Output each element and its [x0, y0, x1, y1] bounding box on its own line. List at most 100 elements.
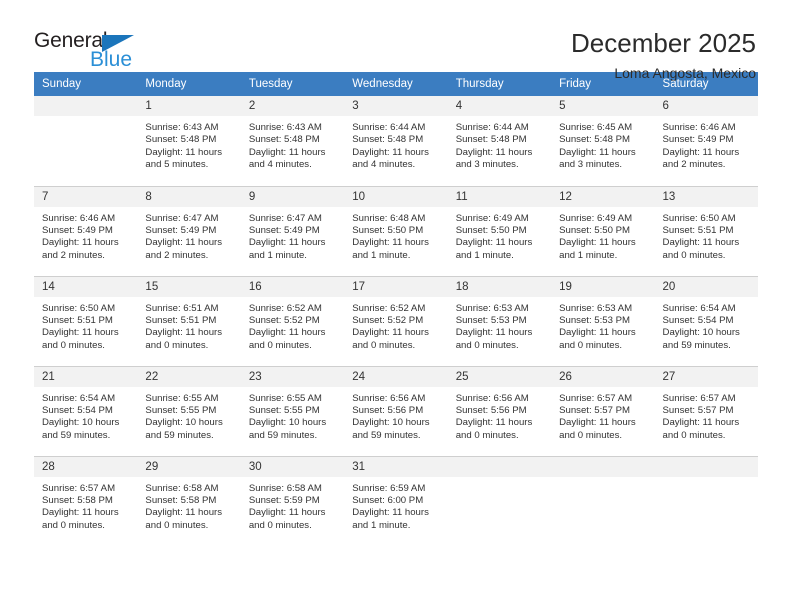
sunset-text: Sunset: 5:56 PM — [352, 404, 424, 416]
daylight-text-line2: and 4 minutes. — [352, 159, 416, 171]
day-number: 4 — [447, 96, 552, 116]
day-cell[interactable]: 8 Sunrise: 6:47 AM Sunset: 5:49 PM Daylight… — [137, 185, 241, 276]
day-number: 29 — [137, 456, 241, 477]
day-cell[interactable]: 7 Sunrise: 6:46 AM Sunset: 5:49 PM Daylight… — [34, 185, 138, 276]
sunset-text: Sunset: 5:52 PM — [248, 314, 320, 326]
day-cell[interactable]: 30 Sunrise: 6:58 AM Sunset: 5:59 PM Dayligh… — [240, 455, 345, 546]
daylight-text-line1: Daylight: 11 hours — [145, 507, 223, 519]
day-cell[interactable]: 25 Sunrise: 6:56 AM Sunset: 5:56 PM Dayligh… — [447, 365, 552, 456]
day-cell[interactable]: 21 Sunrise: 6:54 AM Sunset: 5:54 PM Dayligh… — [34, 365, 138, 456]
daylight-text-line2: and 1 minute. — [455, 249, 514, 261]
day-number: 22 — [137, 366, 241, 387]
day-details: Sunrise: 6:56 AM Sunset: 5:56 PM Daylight:… — [448, 387, 551, 443]
page-header: General Blue December 2025 Loma Angosta,… — [0, 0, 792, 81]
day-cell[interactable]: 2 Sunrise: 6:43 AM Sunset: 5:48 PM Daylight… — [240, 96, 345, 186]
general-blue-logo[interactable]: General Blue — [34, 30, 154, 76]
day-details: Sunrise: 6:53 AM Sunset: 5:53 PM Daylight:… — [448, 297, 551, 353]
weekday-header-wednesday: Wednesday — [344, 72, 448, 96]
day-cell[interactable]: 31 Sunrise: 6:59 AM Sunset: 6:00 PM Dayligh… — [344, 455, 448, 546]
daylight-text-line2: and 4 minutes. — [248, 159, 312, 171]
daylight-text-line2: and 2 minutes. — [145, 249, 209, 261]
day-details: Sunrise: 6:58 AM Sunset: 5:58 PM Daylight:… — [137, 477, 240, 533]
day-cell[interactable]: 17 Sunrise: 6:52 AM Sunset: 5:52 PM Dayligh… — [344, 275, 448, 366]
daylight-text-line2: and 1 minute. — [559, 249, 618, 261]
day-number: 21 — [34, 366, 138, 387]
day-details: Sunrise: 6:46 AM Sunset: 5:49 PM Daylight:… — [655, 116, 758, 172]
sunrise-text: Sunrise: 6:43 AM — [145, 122, 219, 133]
day-number: 19 — [551, 276, 655, 297]
day-details: Sunrise: 6:56 AM Sunset: 5:56 PM Daylight:… — [344, 387, 447, 443]
day-details: Sunrise: 6:54 AM Sunset: 5:54 PM Daylight:… — [34, 387, 137, 443]
day-cell[interactable]: 19 Sunrise: 6:53 AM Sunset: 5:53 PM Dayligh… — [551, 275, 655, 366]
daylight-text-line1: Daylight: 11 hours — [662, 237, 740, 249]
day-cell[interactable]: 14 Sunrise: 6:50 AM Sunset: 5:51 PM Dayligh… — [34, 275, 138, 366]
day-number: 14 — [34, 276, 138, 297]
day-details: Sunrise: 6:52 AM Sunset: 5:52 PM Daylight:… — [241, 297, 344, 353]
day-cell[interactable]: 11 Sunrise: 6:49 AM Sunset: 5:50 PM Dayligh… — [447, 185, 552, 276]
sunrise-text: Sunrise: 6:51 AM — [145, 302, 219, 314]
day-cell[interactable]: 10 Sunrise: 6:48 AM Sunset: 5:50 PM Dayligh… — [344, 185, 448, 276]
sunrise-text: Sunrise: 6:58 AM — [248, 482, 322, 494]
day-number: 7 — [34, 186, 138, 207]
day-cell[interactable]: 15 Sunrise: 6:51 AM Sunset: 5:51 PM Dayligh… — [137, 275, 241, 366]
sunset-text: Sunset: 5:51 PM — [42, 314, 113, 326]
day-details: Sunrise: 6:59 AM Sunset: 6:00 PM Daylight:… — [344, 477, 447, 533]
daylight-text-line1: Daylight: 11 hours — [145, 237, 223, 249]
sunrise-text: Sunrise: 6:48 AM — [352, 212, 426, 224]
sunset-text: Sunset: 6:00 PM — [352, 494, 424, 506]
calendar-table: Sunday Monday Tuesday Wednesday Thursday Frid… — [34, 72, 758, 546]
day-details: Sunrise: 6:47 AM Sunset: 5:49 PM Daylight:… — [137, 207, 240, 263]
day-cell[interactable]: 1 Sunrise: 6:43 AM Sunset: 5:48 PM Daylight… — [137, 96, 241, 186]
week-row: 21 Sunrise: 6:54 AM Sunset: 5:54 PM Dayligh… — [34, 365, 758, 456]
day-number — [654, 456, 758, 477]
day-cell[interactable]: 5 Sunrise: 6:45 AM Sunset: 5:48 PM Daylight… — [551, 96, 655, 186]
day-cell[interactable]: 9 Sunrise: 6:47 AM Sunset: 5:49 PM Daylight… — [240, 185, 345, 276]
daylight-text-line2: and 0 minutes. — [145, 339, 209, 351]
day-cell[interactable]: 4 Sunrise: 6:44 AM Sunset: 5:48 PM Daylight… — [447, 96, 552, 186]
day-cell[interactable]: 3 Sunrise: 6:44 AM Sunset: 5:48 PM Daylight… — [344, 96, 448, 186]
daylight-text-line1: Daylight: 11 hours — [145, 327, 223, 339]
day-cell[interactable]: 18 Sunrise: 6:53 AM Sunset: 5:53 PM Dayligh… — [447, 275, 552, 366]
daylight-text-line1: Daylight: 10 hours — [248, 417, 327, 429]
sunrise-text: Sunrise: 6:55 AM — [248, 392, 322, 404]
day-details: Sunrise: 6:53 AM Sunset: 5:53 PM Daylight:… — [551, 297, 654, 353]
day-number: 28 — [34, 456, 138, 477]
daylight-text-line1: Daylight: 10 hours — [145, 417, 223, 429]
sunset-text: Sunset: 5:49 PM — [662, 134, 734, 146]
sunrise-text: Sunrise: 6:53 AM — [559, 302, 633, 314]
week-row: 7 Sunrise: 6:46 AM Sunset: 5:49 PM Daylight… — [34, 185, 758, 276]
daylight-text-line1: Daylight: 11 hours — [559, 237, 636, 249]
sunset-text: Sunset: 5:50 PM — [559, 224, 631, 236]
day-cell[interactable]: 6 Sunrise: 6:46 AM Sunset: 5:49 PM Daylight… — [654, 96, 758, 186]
sunrise-text: Sunrise: 6:56 AM — [352, 392, 426, 404]
day-number: 23 — [240, 366, 345, 387]
day-cell[interactable]: 29 Sunrise: 6:58 AM Sunset: 5:58 PM Dayligh… — [137, 455, 241, 546]
sunset-text: Sunset: 5:58 PM — [42, 494, 113, 506]
day-cell[interactable]: 28 Sunrise: 6:57 AM Sunset: 5:58 PM Dayligh… — [34, 455, 138, 546]
day-cell[interactable]: 12 Sunrise: 6:49 AM Sunset: 5:50 PM Dayligh… — [551, 185, 655, 276]
day-details: Sunrise: 6:57 AM Sunset: 5:58 PM Daylight:… — [34, 477, 137, 533]
day-number: 31 — [344, 456, 448, 477]
sunset-text: Sunset: 5:49 PM — [145, 224, 217, 236]
day-cell[interactable]: 22 Sunrise: 6:55 AM Sunset: 5:55 PM Dayligh… — [137, 365, 241, 456]
daylight-text-line1: Daylight: 11 hours — [42, 327, 119, 339]
day-number: 16 — [240, 276, 345, 297]
day-cell[interactable]: 13 Sunrise: 6:50 AM Sunset: 5:51 PM Dayligh… — [654, 185, 758, 276]
day-number: 13 — [654, 186, 758, 207]
day-cell[interactable]: 23 Sunrise: 6:55 AM Sunset: 5:55 PM Dayligh… — [240, 365, 345, 456]
day-cell[interactable]: 26 Sunrise: 6:57 AM Sunset: 5:57 PM Dayligh… — [551, 365, 655, 456]
day-details: Sunrise: 6:52 AM Sunset: 5:52 PM Daylight:… — [344, 297, 447, 353]
sunset-text: Sunset: 5:48 PM — [559, 134, 631, 146]
sunrise-text: Sunrise: 6:44 AM — [352, 122, 426, 133]
day-details: Sunrise: 6:49 AM Sunset: 5:50 PM Daylight:… — [448, 207, 551, 263]
sunset-text: Sunset: 5:55 PM — [145, 404, 217, 416]
day-cell[interactable]: 24 Sunrise: 6:56 AM Sunset: 5:56 PM Dayligh… — [344, 365, 448, 456]
day-cell[interactable]: 20 Sunrise: 6:54 AM Sunset: 5:54 PM Dayligh… — [654, 275, 758, 366]
sunset-text: Sunset: 5:51 PM — [662, 224, 734, 236]
day-number: 25 — [447, 366, 552, 387]
daylight-text-line1: Daylight: 11 hours — [352, 237, 429, 249]
day-cell[interactable]: 16 Sunrise: 6:52 AM Sunset: 5:52 PM Dayligh… — [240, 275, 345, 366]
day-number: 26 — [551, 366, 655, 387]
daylight-text-line1: Daylight: 11 hours — [248, 237, 326, 249]
day-cell[interactable]: 27 Sunrise: 6:57 AM Sunset: 5:57 PM Dayligh… — [654, 365, 758, 456]
